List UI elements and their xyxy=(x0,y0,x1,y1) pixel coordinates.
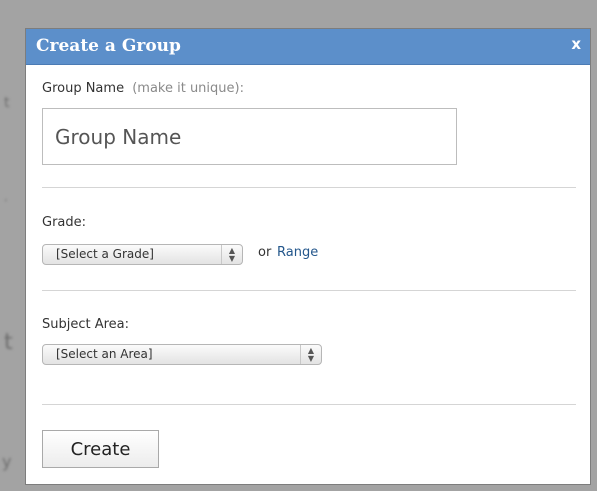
create-button[interactable]: Create xyxy=(42,430,159,468)
dialog-titlebar: Create a Group x xyxy=(26,29,590,65)
range-link[interactable]: Range xyxy=(277,245,318,260)
close-icon[interactable]: x xyxy=(571,35,581,53)
create-group-dialog: Create a Group x Group Name (make it uni… xyxy=(25,28,591,485)
background-blur-2: . xyxy=(4,190,8,204)
grade-select-value: [Select a Grade] xyxy=(56,247,154,261)
group-name-label: Group Name xyxy=(42,81,125,96)
background-blur-4: y xyxy=(2,452,12,471)
dialog-title: Create a Group xyxy=(36,36,181,56)
subject-area-select-value: [Select an Area] xyxy=(56,347,153,361)
group-name-input[interactable] xyxy=(42,108,457,165)
divider xyxy=(42,187,576,188)
divider xyxy=(42,290,576,291)
subject-area-select[interactable]: [Select an Area] ▲ ▼ xyxy=(42,344,322,365)
grade-select[interactable]: [Select a Grade] ▲ ▼ xyxy=(42,244,243,265)
subject-area-label: Subject Area: xyxy=(42,317,130,332)
background-blur-1: t xyxy=(4,95,10,111)
background-blur-3: t xyxy=(4,330,13,355)
up-down-arrows-icon: ▲ ▼ xyxy=(300,345,321,364)
grade-label: Grade: xyxy=(42,215,87,230)
divider xyxy=(42,404,576,405)
or-text: or xyxy=(258,245,272,260)
up-down-arrows-icon: ▲ ▼ xyxy=(221,245,242,264)
group-name-hint: (make it unique): xyxy=(132,81,244,96)
group-name-label-row: Group Name (make it unique): xyxy=(42,81,244,96)
